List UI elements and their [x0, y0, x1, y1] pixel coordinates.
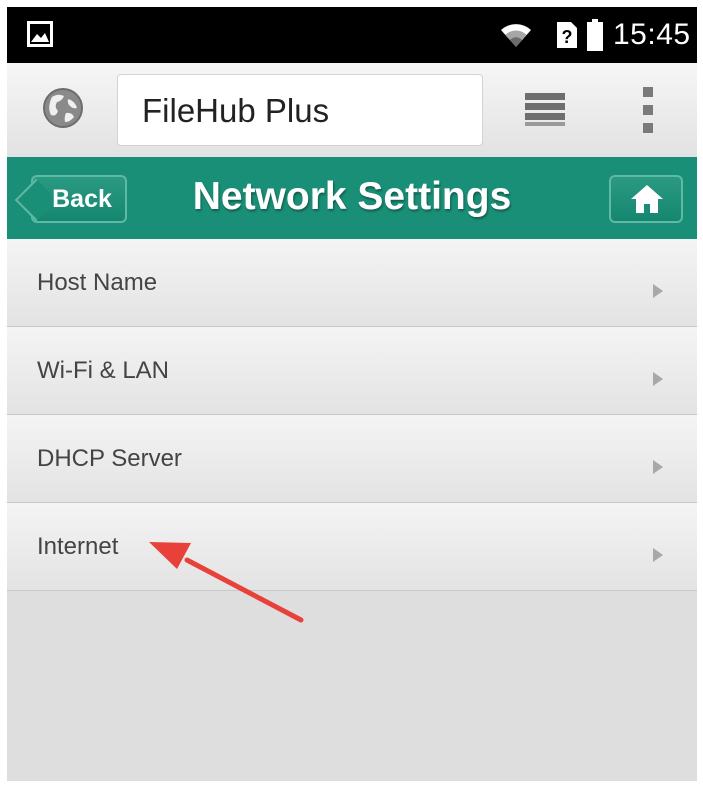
image-icon: [27, 21, 53, 47]
list-item-wifi-lan[interactable]: Wi-Fi & LAN: [7, 327, 697, 415]
sim-unknown-icon: ?: [557, 22, 577, 48]
settings-list: Host Name Wi-Fi & LAN DHCP Server Intern…: [7, 239, 697, 591]
chevron-right-icon: [653, 460, 663, 474]
list-item-label: Wi-Fi & LAN: [37, 357, 169, 384]
browser-address-bar: FileHub Plus: [7, 63, 697, 158]
globe-icon[interactable]: [42, 87, 84, 129]
url-field[interactable]: FileHub Plus: [117, 74, 483, 146]
list-item-host-name[interactable]: Host Name: [7, 239, 697, 327]
page-header: Back Network Settings: [7, 157, 697, 239]
overflow-menu-icon[interactable]: [641, 87, 655, 133]
list-item-label: DHCP Server: [37, 445, 182, 472]
chevron-right-icon: [653, 548, 663, 562]
app-screen: ? 15:45 FileHub Plus Back Network Settin…: [7, 7, 697, 781]
wifi-icon: [501, 24, 531, 47]
home-icon: [631, 185, 663, 213]
list-item-dhcp-server[interactable]: DHCP Server: [7, 415, 697, 503]
status-time: 15:45: [613, 18, 691, 51]
chevron-right-icon: [653, 284, 663, 298]
home-button[interactable]: [609, 175, 683, 223]
tabs-icon[interactable]: [523, 91, 567, 127]
svg-text:?: ?: [562, 27, 573, 47]
status-bar: ? 15:45: [7, 7, 697, 63]
chevron-right-icon: [653, 372, 663, 386]
list-item-label: Host Name: [37, 269, 158, 296]
page-title: Network Settings: [192, 175, 512, 218]
list-item-internet[interactable]: Internet: [7, 503, 697, 591]
list-item-label: Internet: [37, 533, 119, 560]
url-text: FileHub Plus: [142, 92, 330, 129]
battery-icon: [587, 19, 603, 51]
